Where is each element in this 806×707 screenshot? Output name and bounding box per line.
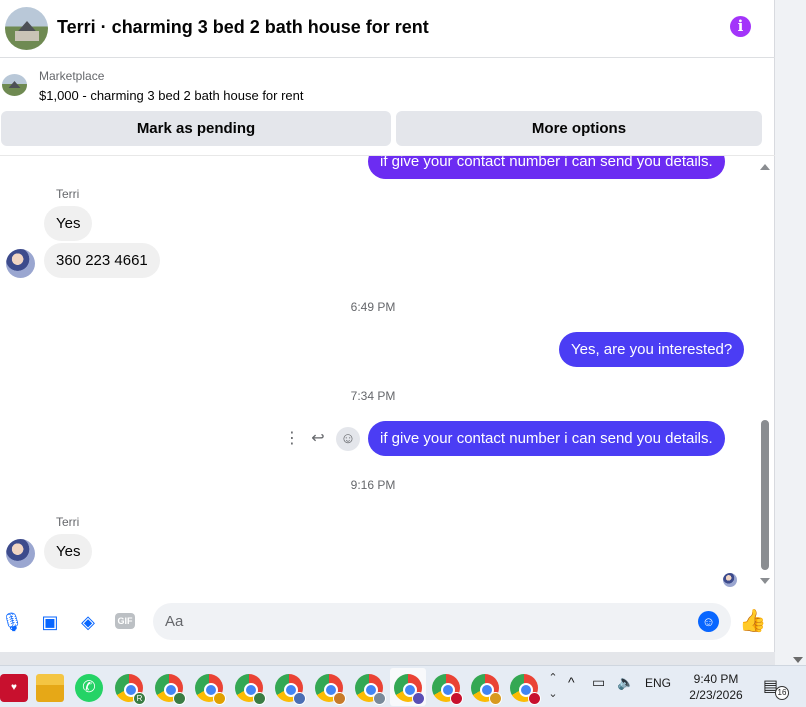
react-icon[interactable]: ☺	[336, 427, 360, 451]
chrome-icon[interactable]	[195, 674, 226, 705]
chat-title[interactable]: Terri · charming 3 bed 2 bath house for …	[57, 17, 429, 38]
file-explorer-icon[interactable]	[36, 674, 64, 702]
chrome-icon[interactable]	[471, 674, 502, 705]
volume-icon[interactable]: 🔈	[617, 674, 634, 691]
mark-as-pending-button[interactable]: Mark as pending	[1, 111, 391, 146]
message-input-box[interactable]: ☺	[153, 603, 731, 640]
timestamp: 9:16 PM	[350, 478, 396, 492]
notification-icon[interactable]: ▤ 16	[763, 676, 789, 700]
more-icon[interactable]: ⋮	[280, 427, 304, 451]
sender-name: Terri	[56, 515, 80, 529]
scroll-down-icon[interactable]	[760, 578, 770, 584]
scroll-up-icon[interactable]	[760, 164, 770, 170]
listing-thumbnail	[2, 74, 27, 96]
message-bubble-outgoing[interactable]: if give your contact number i can send y…	[368, 421, 725, 456]
message-thread: if give your contact number i can send y…	[0, 155, 775, 590]
clock-date: 2/23/2026	[689, 688, 743, 702]
app-icon[interactable]: ♥	[0, 674, 28, 702]
whatsapp-icon[interactable]: ✆	[75, 674, 103, 702]
chrome-icon[interactable]	[394, 674, 425, 705]
gif-icon[interactable]: GIF	[115, 613, 135, 629]
listing-source: Marketplace	[39, 69, 105, 83]
clock[interactable]: 9:40 PM 2/23/2026	[686, 671, 746, 703]
sender-avatar[interactable]	[6, 539, 35, 568]
chrome-icon[interactable]	[355, 674, 386, 705]
chrome-icon[interactable]	[315, 674, 346, 705]
timestamp: 7:34 PM	[350, 389, 396, 403]
notification-count: 16	[775, 686, 789, 700]
message-actions: ⋮ ↩ ☺	[280, 427, 365, 451]
sticker-icon[interactable]: ◈	[76, 610, 100, 634]
scroll-thumb[interactable]	[761, 420, 769, 570]
seen-avatar	[723, 573, 737, 587]
chevron-up-icon[interactable]: ^	[568, 674, 575, 690]
chrome-icon[interactable]	[510, 674, 541, 705]
message-input[interactable]	[165, 603, 685, 640]
messenger-window: Terri · charming 3 bed 2 bath house for …	[0, 0, 775, 652]
clock-time: 9:40 PM	[693, 672, 739, 686]
info-icon[interactable]: i	[730, 16, 751, 37]
chat-header: Terri · charming 3 bed 2 bath house for …	[0, 0, 775, 58]
sender-name: Terri	[56, 187, 80, 201]
message-bubble-outgoing[interactable]: Yes, are you interested?	[559, 332, 745, 367]
language-indicator[interactable]: ENG	[645, 676, 671, 690]
page-scrollbar[interactable]	[775, 0, 806, 665]
taskbar: ♥ ✆ R ⌃ ⌄ ^ ▭ 🔈 ENG 9:40 PM 2/23/2026 ▤ 16	[0, 665, 806, 707]
chrome-icon[interactable]	[275, 674, 306, 705]
message-bubble-outgoing[interactable]: if give your contact number i can send y…	[368, 156, 725, 179]
chat-scrollbar[interactable]	[760, 156, 770, 590]
photo-icon[interactable]: ▣	[38, 610, 62, 634]
emoji-icon[interactable]: ☺	[698, 611, 719, 632]
chrome-icon[interactable]: R	[115, 674, 146, 705]
marketplace-listing[interactable]: Marketplace $1,000 - charming 3 bed 2 ba…	[0, 60, 775, 108]
message-bubble-incoming[interactable]: 360 223 4661	[44, 243, 160, 278]
sender-avatar[interactable]	[6, 249, 35, 278]
taskbar-scroll[interactable]: ⌃ ⌄	[547, 670, 559, 702]
like-icon[interactable]: 👍	[739, 609, 766, 633]
microphone-icon[interactable]: 🎙	[0, 610, 24, 634]
message-bubble-incoming[interactable]: Yes	[44, 206, 93, 241]
listing-title: $1,000 - charming 3 bed 2 bath house for…	[39, 88, 304, 103]
chrome-icon[interactable]	[155, 674, 186, 705]
page-scroll-down-icon[interactable]	[793, 657, 803, 663]
chrome-icon[interactable]	[235, 674, 266, 705]
chrome-icon[interactable]	[432, 674, 463, 705]
more-options-button[interactable]: More options	[396, 111, 762, 146]
network-icon[interactable]: ▭	[592, 674, 605, 691]
timestamp: 6:49 PM	[350, 300, 396, 314]
reply-icon[interactable]: ↩	[306, 427, 330, 451]
composer: 🎙 ▣ ◈ GIF ☺ 👍	[0, 597, 775, 647]
message-bubble-incoming[interactable]: Yes	[44, 534, 93, 569]
listing-avatar[interactable]	[5, 7, 48, 50]
